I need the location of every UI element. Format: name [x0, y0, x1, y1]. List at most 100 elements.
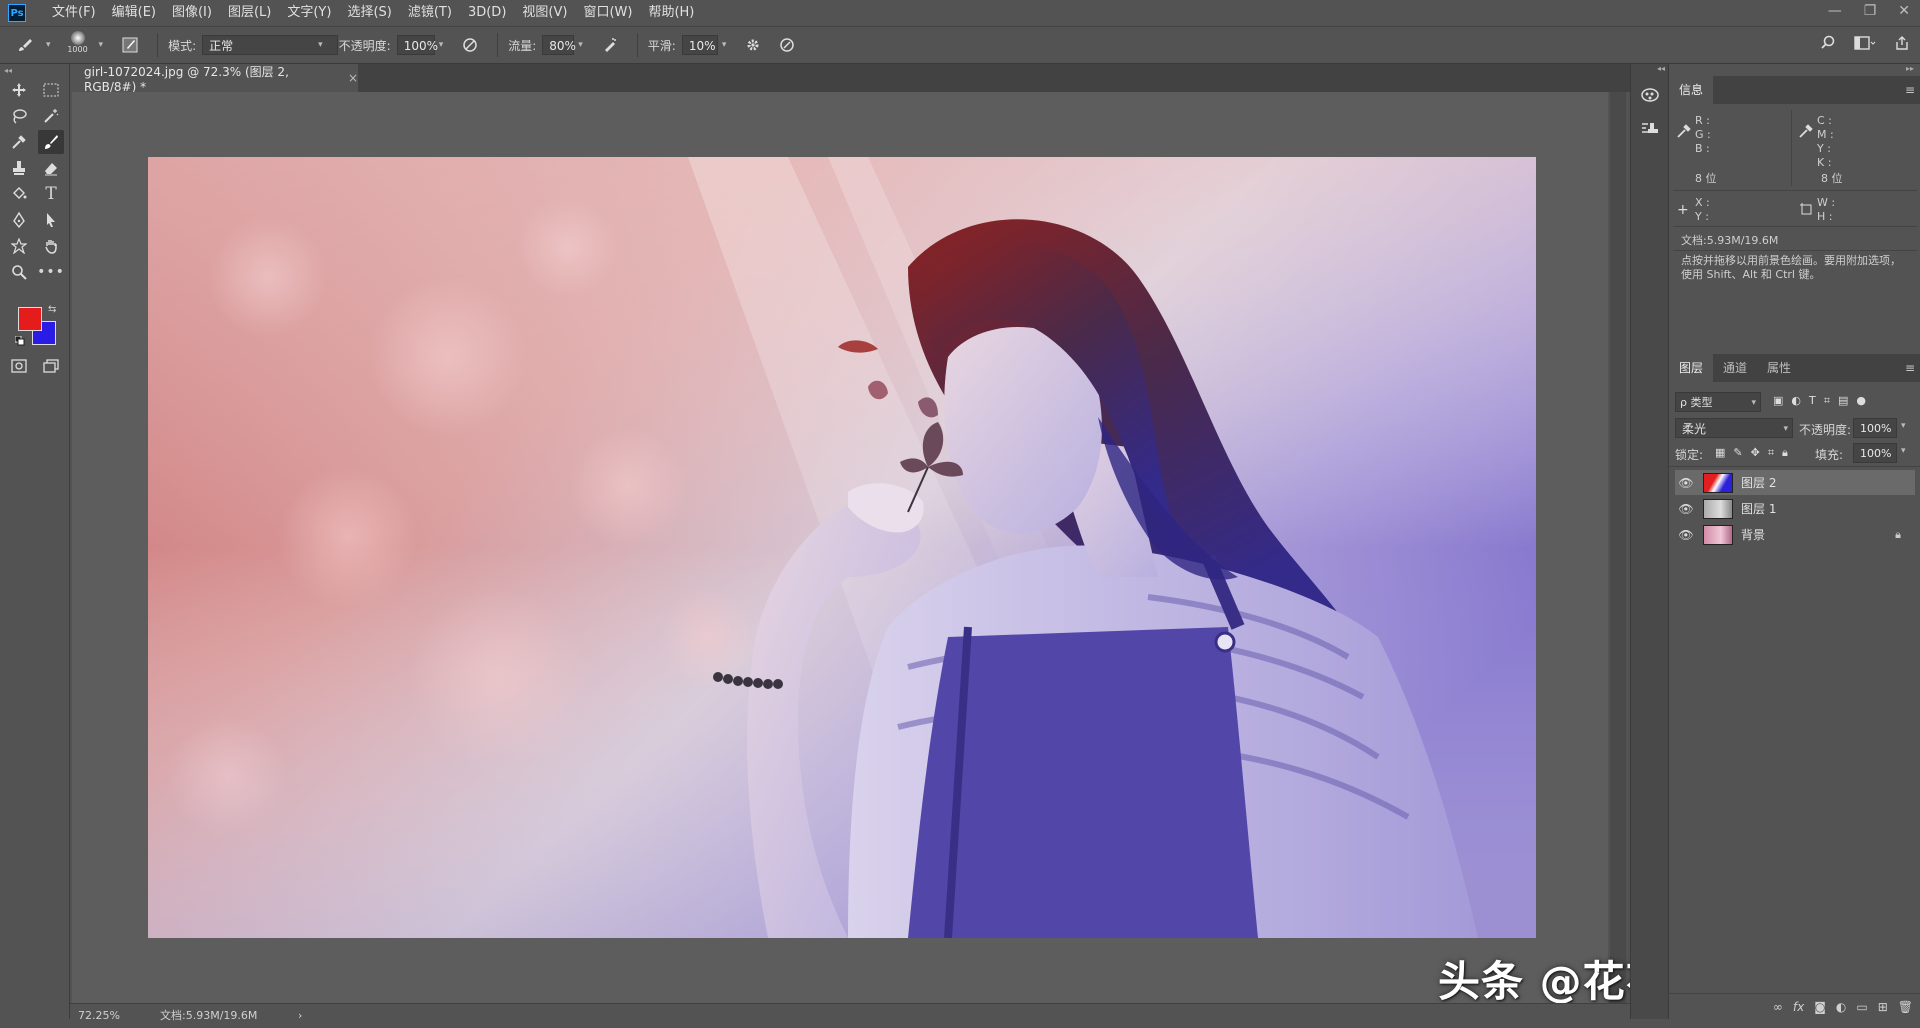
restore-button[interactable]: ❐ [1864, 3, 1877, 19]
pen-tool-icon[interactable] [6, 208, 32, 232]
more-tools-icon[interactable]: ••• [37, 260, 64, 284]
stamp-tool-icon[interactable] [6, 156, 32, 180]
move-tool-icon[interactable] [6, 78, 32, 102]
brush-panel-toggle-icon[interactable] [121, 36, 139, 54]
brush-tool-icon[interactable] [16, 36, 34, 54]
foreground-color-swatch[interactable] [18, 307, 42, 331]
tab-properties[interactable]: 属性 [1757, 354, 1801, 382]
custom-shape-icon[interactable] [6, 234, 32, 258]
eye-icon[interactable]: 👁︎ [1675, 528, 1697, 542]
eyedropper-icon[interactable] [1799, 124, 1813, 141]
trash-icon[interactable]: 🗑︎ [1898, 1000, 1913, 1014]
screen-mode-icon[interactable] [38, 354, 64, 378]
gear-icon[interactable] [744, 36, 762, 54]
close-window-button[interactable]: ✕ [1898, 3, 1910, 19]
folder-icon[interactable]: ▭ [1856, 1000, 1867, 1014]
menu-help[interactable]: 帮助(H) [640, 0, 702, 26]
eraser-tool-icon[interactable] [38, 156, 64, 180]
vertical-scrollbar[interactable] [1610, 92, 1626, 1003]
lock-all-icon[interactable]: 🔒︎ [1782, 446, 1788, 460]
type-filter-icon[interactable]: T [1809, 394, 1816, 408]
filter-toggle-icon[interactable]: ● [1856, 394, 1866, 408]
smart-object-filter-icon[interactable]: ▤ [1838, 394, 1848, 408]
flow-input[interactable]: 80% [542, 35, 576, 55]
clone-source-icon[interactable] [1640, 120, 1660, 141]
collapse-arrows-icon[interactable]: ◂◂ [4, 66, 12, 75]
eye-icon[interactable]: 👁︎ [1675, 502, 1697, 516]
minimize-button[interactable]: — [1828, 3, 1842, 19]
menu-filter[interactable]: 滤镜(T) [400, 0, 460, 26]
type-tool-icon[interactable]: T [38, 182, 64, 206]
tab-layers[interactable]: 图层 [1669, 354, 1714, 382]
close-tab-icon[interactable]: × [348, 71, 358, 85]
tab-info[interactable]: 信息 [1669, 76, 1714, 104]
chevron-down-icon[interactable]: ▾ [578, 40, 583, 50]
chevron-down-icon[interactable]: ▾ [1901, 446, 1906, 456]
quick-mask-icon[interactable] [6, 354, 32, 378]
eyedropper-tool-icon[interactable] [6, 130, 32, 154]
search-icon[interactable] [1820, 35, 1836, 54]
history-icon[interactable] [1640, 86, 1660, 107]
smoothing-input[interactable]: 10% [681, 35, 718, 55]
lasso-tool-icon[interactable] [6, 104, 32, 128]
menu-type[interactable]: 文字(Y) [279, 0, 339, 26]
layer-row-layer-1[interactable]: 👁︎ 图层 1 [1675, 496, 1915, 521]
lock-transparent-icon[interactable]: ▦ [1715, 446, 1725, 460]
zoom-tool-icon[interactable] [6, 260, 32, 284]
chevron-down-icon[interactable]: ▾ [439, 40, 444, 50]
collapse-arrows-icon[interactable]: ▸▸ [1906, 64, 1914, 73]
tab-channels[interactable]: 通道 [1713, 354, 1757, 382]
brush-tool-icon[interactable] [38, 130, 64, 154]
chevron-down-icon[interactable]: ▾ [46, 40, 51, 50]
pixel-filter-icon[interactable]: ▣ [1773, 394, 1783, 408]
menu-layer[interactable]: 图层(L) [220, 0, 279, 26]
hand-tool-icon[interactable] [38, 234, 64, 258]
menu-view[interactable]: 视图(V) [514, 0, 575, 26]
magic-wand-icon[interactable] [38, 104, 64, 128]
document-tab[interactable]: girl-1072024.jpg @ 72.3% (图层 2, RGB/8#) … [70, 64, 358, 94]
layer-row-layer-2[interactable]: 👁︎ 图层 2 [1675, 470, 1915, 495]
blend-mode-select[interactable]: 柔光 ▾ [1675, 418, 1793, 438]
share-icon[interactable] [1894, 35, 1910, 54]
pressure-opacity-icon[interactable] [461, 36, 479, 54]
eyedropper-icon[interactable] [1677, 124, 1691, 141]
panel-menu-icon[interactable]: ≡ [1905, 354, 1915, 382]
status-menu-arrow-icon[interactable]: › [298, 1009, 302, 1022]
layer-opacity-input[interactable]: 100% [1853, 418, 1897, 438]
new-layer-icon[interactable]: ⊞ [1878, 1000, 1888, 1014]
menu-image[interactable]: 图像(I) [164, 0, 220, 26]
panel-menu-icon[interactable]: ≡ [1905, 76, 1915, 104]
layer-row-background[interactable]: 👁︎ 背景 🔒︎ [1675, 522, 1915, 547]
eye-icon[interactable]: 👁︎ [1675, 476, 1697, 490]
document-canvas-image[interactable] [148, 157, 1536, 938]
lock-artboard-icon[interactable]: ⌗ [1768, 446, 1774, 460]
chevron-down-icon[interactable]: ▾ [1901, 421, 1906, 431]
paint-bucket-icon[interactable] [6, 182, 32, 206]
workspace-icon[interactable] [1854, 35, 1876, 54]
airbrush-icon[interactable] [601, 36, 619, 54]
chevron-down-icon[interactable]: ▾ [722, 40, 727, 50]
menu-file[interactable]: 文件(F) [44, 0, 104, 26]
adjustment-icon[interactable]: ◐ [1836, 1000, 1846, 1014]
shape-filter-icon[interactable]: ⌗ [1824, 394, 1830, 408]
menu-select[interactable]: 选择(S) [339, 0, 399, 26]
fx-icon[interactable]: fx [1793, 1000, 1804, 1014]
brush-preset-picker[interactable]: 1000 [61, 28, 95, 62]
link-icon[interactable]: ∞ [1773, 1000, 1783, 1014]
pressure-size-icon[interactable] [778, 36, 796, 54]
chevron-down-icon[interactable]: ▾ [318, 40, 323, 50]
layer-filter-select[interactable]: ρ 类型 ▾ [1675, 392, 1761, 412]
adjustment-filter-icon[interactable]: ◐ [1791, 394, 1801, 408]
zoom-level[interactable]: 72.25% [78, 1009, 158, 1022]
path-selection-icon[interactable] [38, 208, 64, 232]
menu-3d[interactable]: 3D(D) [460, 0, 514, 26]
menu-edit[interactable]: 编辑(E) [104, 0, 164, 26]
fill-input[interactable]: 100% [1853, 443, 1897, 463]
swap-colors-icon[interactable]: ⇆ [48, 304, 56, 315]
marquee-tool-icon[interactable] [38, 78, 64, 102]
default-colors-icon[interactable] [14, 335, 25, 349]
lock-paint-icon[interactable]: ✎ [1733, 446, 1742, 460]
chevron-down-icon[interactable]: ▾ [99, 40, 104, 50]
opacity-input[interactable]: 100% [396, 35, 438, 55]
menu-window[interactable]: 窗口(W) [575, 0, 640, 26]
